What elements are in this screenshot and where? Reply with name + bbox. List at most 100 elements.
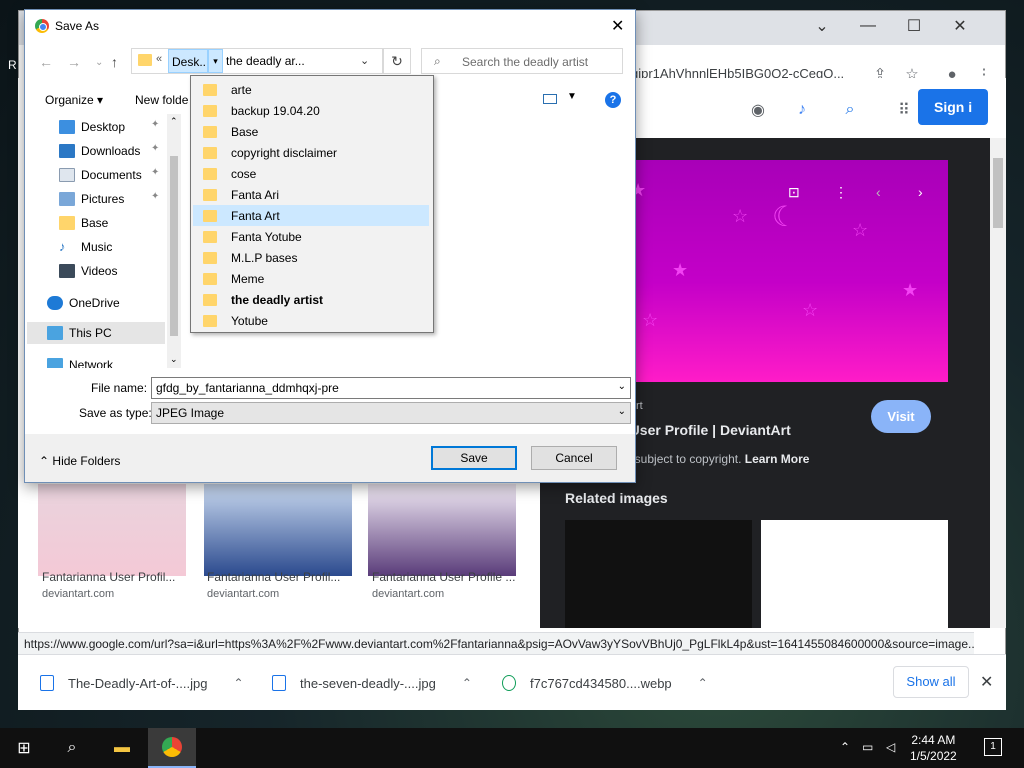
close-downloads-icon[interactable]: ✕: [980, 672, 993, 692]
more-options-icon[interactable]: ⋮: [834, 184, 848, 201]
scrollbar-thumb[interactable]: [170, 156, 178, 336]
computer-icon: [47, 326, 63, 340]
back-arrow-icon[interactable]: ←: [39, 54, 53, 70]
scroll-up-icon[interactable]: ⌃: [170, 116, 178, 127]
network-icon[interactable]: ▭: [862, 740, 873, 754]
folder-dropdown-item[interactable]: Yotube: [193, 310, 429, 331]
address-segment-desktop[interactable]: Desk...: [168, 49, 208, 73]
close-dialog-button[interactable]: ✕: [611, 16, 624, 36]
preview-title[interactable]: a User Profile | DeviantArt: [618, 422, 791, 438]
prev-arrow-icon[interactable]: ‹: [876, 184, 881, 200]
address-dropdown-icon[interactable]: ⌄: [360, 54, 369, 67]
nav-item-pictures[interactable]: Pictures ✦: [27, 188, 165, 210]
show-all-button[interactable]: Show all: [893, 666, 969, 698]
view-options-icon[interactable]: [543, 94, 557, 104]
nav-item-base[interactable]: Base: [27, 212, 165, 234]
close-window-button[interactable]: ✕: [937, 11, 983, 41]
nav-item-desktop[interactable]: Desktop ✦: [27, 116, 165, 138]
volume-muted-icon[interactable]: ◁: [886, 740, 895, 754]
file-explorer-icon[interactable]: ▬: [98, 728, 146, 768]
address-overflow[interactable]: «: [156, 53, 162, 65]
page-scrollbar[interactable]: [990, 138, 1006, 628]
nav-item-network[interactable]: Network: [27, 354, 165, 368]
camera-search-icon[interactable]: ◉: [746, 98, 770, 122]
microphone-icon[interactable]: ♪: [790, 98, 814, 122]
folder-dropdown-item[interactable]: backup 19.04.20: [193, 100, 429, 121]
result-title[interactable]: Fantarianna User Profil...: [42, 570, 175, 584]
related-image[interactable]: [565, 520, 752, 628]
star-decoration: ☆: [732, 206, 749, 226]
search-input[interactable]: ⌕ Search the deadly artist: [421, 48, 623, 74]
download-item[interactable]: The-Deadly-Art-of-....jpg ⌃: [40, 669, 244, 697]
folder-dropdown-item[interactable]: Fanta Ari: [193, 184, 429, 205]
save-button[interactable]: Save: [431, 446, 517, 470]
scroll-down-icon[interactable]: ⌄: [170, 354, 178, 365]
chevron-down-icon[interactable]: ⌄: [799, 11, 845, 41]
folder-dropdown-item[interactable]: M.L.P bases: [193, 247, 429, 268]
folder-dropdown-item-current[interactable]: the deadly artist: [193, 289, 429, 310]
result-thumbnail[interactable]: [38, 484, 186, 576]
lens-icon[interactable]: ⊡: [788, 184, 800, 201]
minimize-button[interactable]: —: [845, 11, 891, 41]
chevron-down-icon[interactable]: ⌄: [618, 381, 626, 392]
learn-more-link[interactable]: Learn More: [745, 452, 810, 466]
visit-button[interactable]: Visit: [871, 400, 931, 433]
chevron-down-icon[interactable]: ⌄: [618, 406, 626, 417]
chevron-down-icon[interactable]: ▾: [208, 49, 223, 73]
chevron-up-icon[interactable]: ⌃: [233, 676, 243, 690]
file-name-input[interactable]: gfdg_by_fantarianna_ddmhqxj-pre ⌄: [151, 377, 631, 399]
related-image[interactable]: [761, 520, 948, 628]
dialog-footer: ⌃ Hide Folders Save Cancel: [25, 434, 635, 482]
cancel-button[interactable]: Cancel: [531, 446, 617, 470]
clock[interactable]: 2:44 AM 1/5/2022: [910, 732, 957, 764]
chrome-taskbar-icon[interactable]: [148, 728, 196, 768]
apps-grid-icon[interactable]: ⠿: [892, 98, 916, 122]
hide-folders-toggle[interactable]: ⌃ Hide Folders: [39, 454, 120, 468]
new-folder-button[interactable]: New folde: [135, 93, 188, 107]
preview-image[interactable]: ★ ☆ ★ ☾ ☆ ★ ☆ ☆ ⊡ ⋮ ‹ ›: [612, 160, 948, 382]
folder-dropdown-item[interactable]: Base: [193, 121, 429, 142]
help-icon[interactable]: ?: [605, 92, 621, 108]
result-title[interactable]: Fantarianna User Profile ...: [372, 570, 515, 584]
start-windows-icon[interactable]: ⊞: [0, 728, 48, 768]
folder-dropdown-item[interactable]: Meme: [193, 268, 429, 289]
folder-dropdown-item[interactable]: copyright disclaimer: [193, 142, 429, 163]
download-item[interactable]: f7c767cd434580....webp ⌃: [502, 669, 708, 697]
chevron-up-icon[interactable]: ⌃: [462, 676, 472, 690]
nav-item-documents[interactable]: Documents ✦: [27, 164, 165, 186]
nav-item-music[interactable]: ♪ Music: [27, 236, 165, 258]
notification-center-icon[interactable]: 1: [984, 738, 1002, 756]
maximize-button[interactable]: ☐: [891, 11, 937, 41]
nav-item-this-pc[interactable]: This PC: [27, 322, 165, 344]
chevron-up-icon[interactable]: ⌃: [698, 676, 708, 690]
address-segment-current[interactable]: the deadly ar...: [226, 54, 305, 68]
save-type-select[interactable]: JPEG Image ⌄: [151, 402, 631, 424]
forward-arrow-icon[interactable]: →: [67, 54, 81, 70]
folder-icon: [203, 125, 217, 138]
download-item[interactable]: the-seven-deadly-....jpg ⌃: [272, 669, 472, 697]
search-icon[interactable]: ⌕: [838, 98, 862, 122]
folder-dropdown-item-selected[interactable]: Fanta Art: [193, 205, 429, 226]
organize-button[interactable]: Organize ▾: [45, 93, 103, 107]
result-thumbnail[interactable]: [368, 484, 516, 576]
scrollbar-thumb[interactable]: [993, 158, 1003, 228]
nav-item-videos[interactable]: Videos: [27, 260, 165, 282]
nav-scrollbar[interactable]: ⌃ ⌄: [167, 114, 181, 368]
folder-dropdown-item[interactable]: arte: [193, 79, 429, 100]
chevron-up-icon[interactable]: ⌃: [840, 740, 850, 754]
sign-in-button[interactable]: Sign i: [918, 89, 988, 125]
search-icon[interactable]: ⌕: [48, 728, 96, 768]
download-filename: The-Deadly-Art-of-....jpg: [68, 675, 208, 691]
refresh-button[interactable]: ↻: [383, 48, 411, 74]
result-thumbnail[interactable]: [204, 484, 352, 576]
address-bar[interactable]: « Desk... ▾ the deadly ar... ⌄: [131, 48, 383, 74]
chevron-down-icon[interactable]: ▼: [567, 91, 577, 102]
folder-dropdown-item[interactable]: Fanta Yotube: [193, 226, 429, 247]
up-arrow-icon[interactable]: ↑: [111, 54, 118, 70]
recent-locations-icon[interactable]: ⌄: [95, 57, 103, 68]
result-title[interactable]: Fantarianna User Profil...: [207, 570, 340, 584]
nav-item-downloads[interactable]: Downloads ✦: [27, 140, 165, 162]
next-arrow-icon[interactable]: ›: [918, 184, 923, 200]
folder-dropdown-item[interactable]: cose: [193, 163, 429, 184]
nav-item-onedrive[interactable]: OneDrive: [27, 292, 165, 314]
